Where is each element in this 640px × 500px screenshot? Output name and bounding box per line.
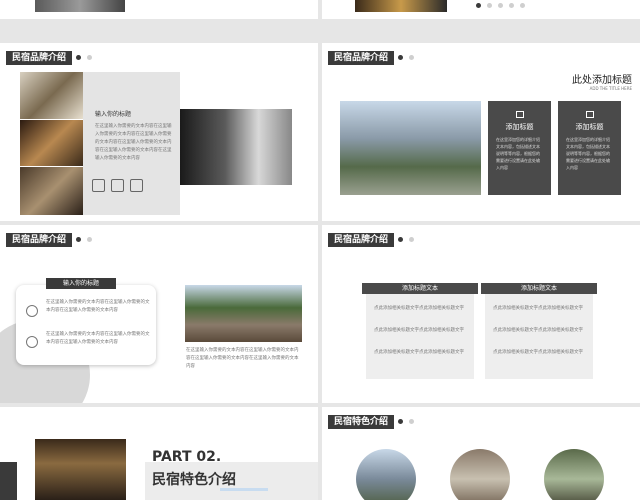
photo-dark-room (180, 109, 292, 185)
photo-deck (185, 285, 302, 342)
slide-5[interactable]: 民宿品牌介绍 输入你的标题 在这里输入你需要的文本内容在这里输入你需要的文本内容… (0, 225, 318, 403)
title-underline (220, 488, 268, 491)
pager-dots (476, 3, 525, 8)
panel-line: 点此添加相关标题文字点此添加相关标题文字 (493, 328, 583, 333)
pager-dot (509, 3, 514, 8)
photo-circle-window (544, 449, 604, 500)
panel-banner: 添加标题文本 (362, 283, 478, 294)
panel-line: 点此添加相关标题文字点此添加相关标题文字 (374, 328, 464, 333)
photo-bedroom (20, 120, 83, 166)
card-body: 在这里添加您的详细介绍文本内容，包括描述文本说明等等内容，根据您的需要进行设置请… (496, 137, 540, 170)
pager-dot (409, 237, 414, 242)
card-title: 添加标题 (575, 123, 604, 131)
info-card: 添加标题 在这里添加您的详细介绍文本内容，包括描述文本说明等等内容，根据您的需要… (558, 101, 621, 195)
pager-dot (87, 55, 92, 60)
panel-heading: 输入你的标题 (95, 111, 132, 118)
card-title: 添加标题 (505, 123, 534, 131)
accent-bar (0, 462, 17, 500)
panel-line: 点此添加相关标题文字点此添加相关标题文字 (493, 350, 583, 355)
slide-title: 此处添加标题 (572, 75, 632, 86)
info-card: 添加标题 在这里添加您的详细介绍文本内容，包括描述文本说明等等内容，根据您的需要… (488, 101, 551, 195)
content-card (16, 285, 156, 365)
title-banner: 输入你的标题 (46, 278, 116, 289)
pager-dot (398, 419, 403, 424)
part-label: PART 02. (152, 449, 222, 465)
slide-tag: 民宿品牌介绍 (328, 51, 395, 65)
pager-dot (76, 237, 81, 242)
pager-dot (520, 3, 525, 8)
icon-row (92, 179, 143, 192)
slide-6[interactable]: 民宿品牌介绍 添加标题文本 点此添加相关标题文字点此添加相关标题文字 点此添加相… (322, 225, 640, 403)
pager-dot (409, 419, 414, 424)
pager-dot (76, 55, 81, 60)
pager-dots (398, 419, 414, 424)
photo-circle-bath (450, 449, 510, 500)
towel-icon (130, 179, 143, 192)
panel-banner: 添加标题文本 (481, 283, 597, 294)
panel-line: 点此添加相关标题文字点此添加相关标题文字 (493, 306, 583, 311)
chat-icon (585, 111, 594, 118)
slide-top-right[interactable] (322, 0, 640, 19)
photo-bathroom (20, 72, 83, 119)
slide-4[interactable]: 民宿品牌介绍 此处添加标题 ADD THE TITLE HERE 添加标题 在这… (322, 43, 640, 221)
slide-tag: 民宿特色介绍 (328, 415, 395, 429)
photo-lounge (20, 167, 83, 215)
pager-dot (409, 55, 414, 60)
photo-top-left (35, 0, 125, 12)
chat-icon (26, 305, 38, 317)
bottle-icon (111, 179, 124, 192)
slide-tag: 民宿品牌介绍 (6, 51, 73, 65)
pager-dot (87, 237, 92, 242)
photo-caption: 在这里输入你需要的文本内容在这里输入你需要的文本内容在这里输入你需要的文本内容在… (186, 348, 299, 369)
photo-villa (340, 101, 481, 195)
chat-icon (515, 111, 524, 118)
photo-circle-villa (356, 449, 416, 500)
cup-icon (26, 336, 38, 348)
list-item: 在这里输入你需要的文本内容在这里输入你需要的文本内容在这里输入你需要的文本内容 (46, 300, 150, 313)
pager-dot (487, 3, 492, 8)
panel-line: 点此添加相关标题文字点此添加相关标题文字 (374, 306, 464, 311)
slide-top-left[interactable] (0, 0, 318, 19)
slide-tag: 民宿品牌介绍 (6, 233, 73, 247)
pager-dot (498, 3, 503, 8)
section-title: 民宿特色介绍 (152, 472, 236, 488)
slide-7[interactable]: PART 02. 民宿特色介绍 (0, 407, 318, 500)
slide-tag: 民宿品牌介绍 (328, 233, 395, 247)
photo-terrace (35, 439, 126, 500)
card-body: 在这里添加您的详细介绍文本内容，包括描述文本说明等等内容，根据您的需要进行设置请… (566, 137, 610, 170)
slide-3[interactable]: 民宿品牌介绍 输入你的标题 在这里输入你需要的文本内容在这里输入你需要的文本内容… (0, 43, 318, 221)
pager-dots (76, 237, 92, 242)
slide-8[interactable]: 民宿特色介绍 (322, 407, 640, 500)
bell-icon (92, 179, 105, 192)
slide-subtitle: ADD THE TITLE HERE (589, 86, 632, 91)
pager-dot (476, 3, 481, 8)
pager-dot (398, 237, 403, 242)
pager-dots (398, 237, 414, 242)
pager-dots (398, 55, 414, 60)
photo-top-right (355, 0, 447, 12)
panel-line: 点此添加相关标题文字点此添加相关标题文字 (374, 350, 464, 355)
list-item: 在这里输入你需要的文本内容在这里输入你需要的文本内容在这里输入你需要的文本内容 (46, 332, 150, 345)
panel-body: 在这里输入你需要的文本内容在这里输入你需要的文本内容在这里输入你需要的文本内容在… (95, 124, 172, 161)
pager-dot (398, 55, 403, 60)
pager-dots (76, 55, 92, 60)
